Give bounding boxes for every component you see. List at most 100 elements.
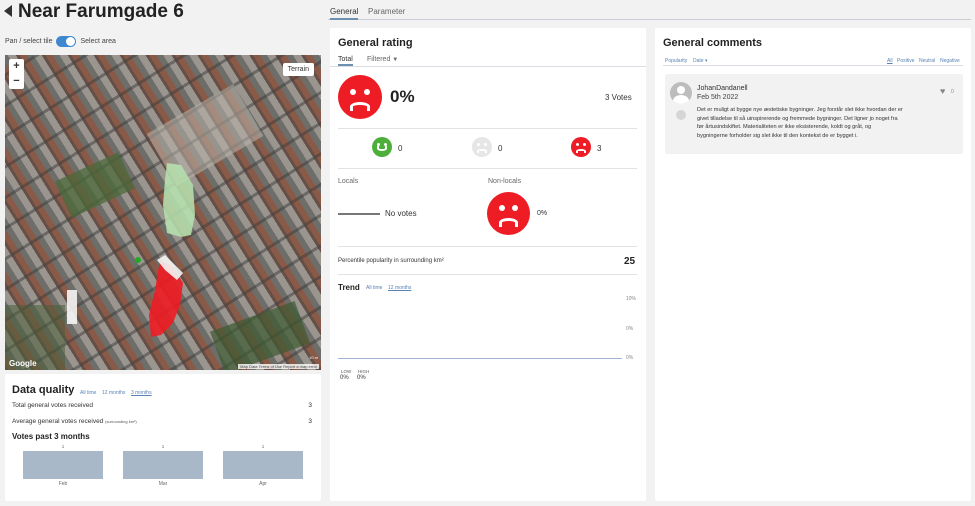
google-logo: Google — [9, 359, 37, 368]
locals-no-votes-line — [338, 213, 380, 215]
map-attribution[interactable]: Map Data Terms of Use Report a map error — [238, 364, 319, 369]
avg-votes-row: Average general votes received (surround… — [12, 418, 312, 425]
terrain-button[interactable]: Terrain — [282, 63, 314, 76]
filter-all[interactable]: All — [887, 58, 893, 64]
trend-line — [338, 358, 622, 359]
vote-bar-apr — [223, 451, 303, 479]
main-rating-percent: 0% — [390, 87, 415, 106]
happy-face-icon — [372, 137, 392, 157]
locals-value: No votes — [385, 209, 417, 218]
vote-bar-month-label: Mar — [158, 481, 168, 487]
vote-bar-value: 1 — [61, 444, 65, 449]
tab-total[interactable]: Total — [338, 56, 353, 66]
filter-negative[interactable]: Negative — [940, 58, 960, 64]
comment-line: før årtusindskiftet. Materialiteten er i… — [697, 124, 872, 130]
votes-past-title: Votes past 3 months — [12, 432, 90, 441]
comments-title: General comments — [663, 37, 763, 49]
tabs-divider — [328, 19, 971, 20]
trend-low-value: 0% — [340, 375, 349, 381]
chevron-down-icon: ▼ — [392, 57, 399, 63]
trend-low-label: LOW — [341, 369, 352, 374]
chevron-down-icon: ▾ — [704, 58, 708, 64]
positive-area-overlay — [163, 163, 195, 237]
map-building-white — [67, 290, 77, 324]
trend-title: Trend — [338, 283, 360, 292]
votes-count: 3 Votes — [605, 93, 632, 102]
avg-votes-label: Average general votes received — [12, 418, 104, 425]
trend-axis-bottom: 0% — [626, 355, 634, 361]
data-quality-title: Data quality — [12, 384, 75, 396]
sort-popularity[interactable]: Popularity — [665, 58, 687, 64]
sad-face-small-icon — [571, 137, 591, 157]
divider — [338, 274, 637, 275]
vote-bar-mar — [123, 451, 203, 479]
divider — [338, 168, 637, 169]
percentile-value: 25 — [624, 256, 636, 267]
tab-filtered[interactable]: Filtered ▼ — [367, 56, 398, 63]
header: Near Farumgade 6 General Parameter — [0, 0, 975, 22]
divider — [338, 246, 637, 247]
heart-icon[interactable]: ♥ — [940, 86, 945, 96]
dq-filter-all-time[interactable]: All time — [80, 390, 96, 396]
vote-bar-value: 1 — [261, 444, 265, 449]
neutral-rating-icon — [676, 110, 686, 120]
trend-high-label: HIGH — [358, 369, 370, 374]
comment-line: givet tilladelse til så uinspirerende og… — [697, 115, 898, 122]
sort-date[interactable]: Date ▾ — [693, 58, 707, 64]
trend-axis-top: 10% — [626, 296, 637, 302]
total-votes-row: Total general votes received 3 — [12, 402, 312, 409]
comments-divider — [663, 65, 963, 66]
nonlocals-percent: 0% — [537, 210, 548, 217]
comment-author: JohanDandanell — [697, 85, 748, 92]
trend-filter-12-months[interactable]: 12 months — [388, 285, 411, 291]
vote-bar-month-label: Apr — [259, 481, 267, 487]
general-rating-title: General rating — [338, 37, 413, 49]
comment-text: Det er muligt at bygge nye æstetiske byg… — [697, 106, 903, 140]
page-title: Near Farumgade 6 — [18, 1, 184, 22]
nonlocals-label: Non-locals — [488, 178, 522, 185]
back-arrow-icon[interactable] — [4, 5, 12, 17]
select-area-label: Select area — [80, 38, 116, 45]
comment-line: bygningerne forholder sig slet ikke til … — [697, 132, 858, 139]
percentile-label: Percentile popularity in surrounding km² — [338, 258, 444, 264]
pan-select-label: Pan / select tile — [5, 38, 53, 45]
comment-likes: 0 — [951, 89, 954, 95]
satellite-map[interactable]: + − Terrain Google 10 m Map Data Terms o… — [5, 55, 321, 370]
comment-date: Feb 5th 2022 — [697, 94, 739, 101]
avatar — [670, 82, 692, 104]
sad-face-icon — [338, 75, 382, 119]
avg-votes-value: 3 — [308, 418, 312, 425]
vote-bar-value: 1 — [161, 444, 165, 449]
toggle-knob — [66, 37, 76, 46]
tab-general[interactable]: General — [330, 7, 359, 20]
map-green-marker — [135, 257, 141, 263]
trend-filter-all-time[interactable]: All time — [366, 285, 382, 291]
zoom-out-button[interactable]: − — [9, 74, 24, 89]
map-overlay — [67, 163, 195, 337]
filter-neutral[interactable]: Neutral — [919, 58, 935, 64]
positive-count: 0 — [398, 144, 403, 153]
divider — [338, 128, 637, 129]
neutral-count: 0 — [498, 144, 503, 153]
tab-parameter[interactable]: Parameter — [368, 7, 405, 18]
trend-axis-mid: 0% — [626, 326, 634, 332]
dq-filter-12-months[interactable]: 12 months — [102, 390, 125, 396]
zoom-in-button[interactable]: + — [9, 59, 24, 74]
locals-label: Locals — [338, 178, 359, 185]
total-votes-value: 3 — [308, 402, 312, 409]
map-scale: 10 m — [309, 355, 318, 360]
map-mode-toggle-row: Pan / select tile Select area — [5, 36, 116, 47]
total-votes-label: Total general votes received — [12, 402, 93, 409]
rating-tabs-divider — [330, 66, 646, 67]
vote-bar-feb — [23, 451, 103, 479]
select-area-toggle[interactable] — [56, 36, 77, 47]
filter-positive[interactable]: Positive — [897, 58, 915, 64]
trend-high-value: 0% — [357, 375, 366, 381]
dq-filter-3-months[interactable]: 3 months — [131, 390, 152, 396]
neutral-face-icon — [472, 137, 492, 157]
avg-votes-note: (surrounding km²) — [105, 419, 137, 424]
negative-count: 3 — [597, 144, 602, 153]
nonlocals-sad-face-icon — [487, 192, 530, 235]
vote-bar-month-label: Feb — [58, 481, 68, 487]
zoom-control: + − — [9, 59, 24, 89]
